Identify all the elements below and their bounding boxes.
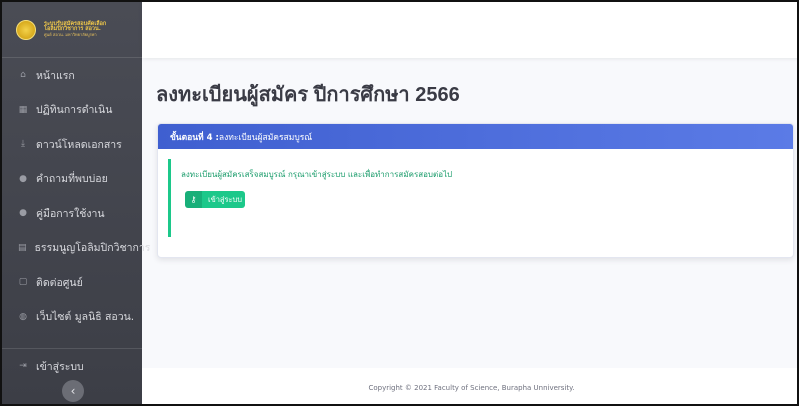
sign-in-icon: ⇥ (19, 361, 27, 372)
contact-icon: ▢ (18, 277, 28, 288)
sidebar-item-manual[interactable]: ● คู่มือการใช้งาน (2, 196, 142, 231)
login-button[interactable]: ⚷ เข้าสู่ระบบ (185, 191, 245, 208)
sidebar-item-label: ติดต่อศูนย์ (36, 276, 83, 289)
page-title: ลงทะเบียนผู้สมัคร ปีการศึกษา 2566 (156, 84, 460, 106)
topbar (142, 2, 797, 58)
sidebar-item-login[interactable]: ⇥ เข้าสู่ระบบ (2, 349, 142, 384)
sidebar-item-label: เว็บไซต์ มูลนิธิ สอวน. (36, 311, 135, 324)
sidebar-item-label: ปฏิทินการดำเนิน (36, 104, 113, 117)
registration-card: ขั้นตอนที่ 4 : ลงทะเบียนผู้สมัครสมบูรณ์ … (157, 123, 794, 258)
globe-icon: ◍ (19, 311, 27, 322)
sidebar-item-label: เข้าสู่ระบบ (36, 360, 84, 373)
card-header-text: ลงทะเบียนผู้สมัครสมบูรณ์ (218, 132, 313, 143)
sidebar-item-faq[interactable]: ● คำถามที่พบบ่อย (2, 162, 142, 197)
sidebar-nav: ⌂ หน้าแรก ▦ ปฏิทินการดำเนิน ⤓ ดาวน์โหลดเ… (2, 58, 150, 335)
success-alert: ลงทะเบียนผู้สมัครเสร็จสมบูรณ์ กรุณาเข้าส… (168, 159, 768, 237)
sidebar-item-calendar[interactable]: ▦ ปฏิทินการดำเนิน (2, 93, 142, 128)
sidebar-item-label: คู่มือการใช้งาน (36, 207, 105, 220)
main-content: ลงทะเบียนผู้สมัคร ปีการศึกษา 2566 ขั้นตอ… (142, 58, 797, 368)
login-button-label: เข้าสู่ระบบ (208, 194, 243, 204)
key-icon: ⚷ (185, 191, 202, 208)
sidebar-item-label: ธรรมนูญโอลิมปิกวิชาการ (34, 242, 151, 255)
sidebar-login-group: ⇥ เข้าสู่ระบบ (2, 344, 142, 384)
book-icon: ▤ (18, 242, 27, 253)
brand-text: ระบบรับสมัครสอบคัดเลือก โอลิมปิกวิชาการ … (44, 21, 106, 38)
sidebar-item-website[interactable]: ◍ เว็บไซต์ มูลนิธิ สอวน. (2, 300, 142, 335)
sidebar-item-label: ดาวน์โหลดเอกสาร (36, 138, 122, 151)
brand-logo (16, 19, 36, 40)
sidebar-item-download[interactable]: ⤓ ดาวน์โหลดเอกสาร (2, 127, 142, 162)
download-icon: ⤓ (21, 139, 25, 150)
manual-icon: ● (19, 208, 27, 219)
app-window: ระบบรับสมัครสอบคัดเลือก โอลิมปิกวิชาการ … (0, 0, 799, 406)
brand-subtitle: ศูนย์ สอวน. มหาวิทยาลัยบูรพา (44, 32, 97, 38)
sidebar-item-charter[interactable]: ▤ ธรรมนูญโอลิมปิกวิชาการ (2, 231, 150, 266)
step-label: ขั้นตอนที่ 4 : (170, 132, 219, 143)
question-icon: ● (19, 173, 27, 184)
sidebar-item-home[interactable]: ⌂ หน้าแรก (2, 58, 142, 93)
chevron-left-icon: ‹ (70, 384, 76, 398)
success-message: ลงทะเบียนผู้สมัครเสร็จสมบูรณ์ กรุณาเข้าส… (181, 170, 453, 179)
sidebar-item-label: หน้าแรก (36, 69, 75, 82)
home-icon: ⌂ (20, 70, 26, 81)
card-header: ขั้นตอนที่ 4 : ลงทะเบียนผู้สมัครสมบูรณ์ (158, 124, 793, 149)
sidebar-item-contact[interactable]: ▢ ติดต่อศูนย์ (2, 265, 142, 300)
calendar-icon: ▦ (18, 104, 28, 115)
copyright-text: Copyright © 2021 Faculty of Science, Bur… (368, 384, 575, 392)
brand[interactable]: ระบบรับสมัครสอบคัดเลือก โอลิมปิกวิชาการ … (2, 2, 142, 58)
sidebar: ระบบรับสมัครสอบคัดเลือก โอลิมปิกวิชาการ … (2, 2, 150, 404)
footer: Copyright © 2021 Faculty of Science, Bur… (142, 368, 797, 404)
sidebar-item-label: คำถามที่พบบ่อย (36, 173, 108, 186)
sidebar-collapse-button[interactable]: ‹ (62, 380, 84, 402)
